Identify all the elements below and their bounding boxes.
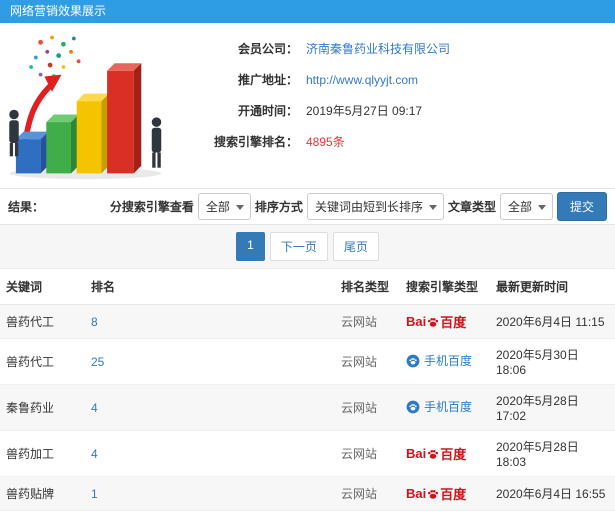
rank-link[interactable]: 1 <box>91 487 98 501</box>
mobile-baidu-icon <box>406 400 420 414</box>
engine-cell: Bai 百度 <box>400 476 490 511</box>
baidu-paw-icon <box>428 489 439 499</box>
col-header-rank: 排名 <box>85 269 335 305</box>
bar-chart-clipart-icon <box>9 35 162 180</box>
mobile-baidu-icon <box>406 354 420 368</box>
baidu-paw-icon <box>428 449 439 459</box>
rank-link[interactable]: 25 <box>91 355 104 369</box>
col-header-updated: 最新更新时间 <box>490 269 615 305</box>
keyword-cell: 兽药代工 <box>0 304 85 339</box>
rank-type-cell: 云网站 <box>335 338 400 385</box>
promo-url-label: 推广地址： <box>237 73 298 87</box>
last-page-button[interactable]: 尾页 <box>332 232 379 261</box>
engine-cell: 手机百度 <box>400 338 490 385</box>
rank-count-label: 搜索引擎排名： <box>213 135 298 149</box>
filter-bar: 结果： 分搜索引擎查看 全部 排序方式 关键词由短到长排序 文章类型 全部 提交 <box>0 188 615 225</box>
table-row: 兽药贴牌 1 云网站 Bai 百度 2020年6月4日 16:55 <box>0 476 615 511</box>
keyword-cell: 兽药代工 <box>0 338 85 385</box>
engine-cell: Bai 百度 <box>400 304 490 339</box>
rank-type-cell: 云网站 <box>335 430 400 477</box>
keywords-table: 关键词 排名 排名类型 搜索引擎类型 最新更新时间 兽药代工 8 云网站 Bai… <box>0 269 615 520</box>
updated-cell: 2020年5月28日 16:55 <box>490 510 615 520</box>
company-label: 会员公司： <box>237 42 298 56</box>
titlebar: 网络营销效果展示 <box>0 0 615 23</box>
filter-controls: 分搜索引擎查看 全部 排序方式 关键词由短到长排序 文章类型 全部 提交 <box>110 192 607 221</box>
table-row: 口罩贴牌 29 云网站 手机百度 2020年5月28日 16:55 <box>0 510 615 520</box>
updated-cell: 2020年6月4日 11:15 <box>490 304 615 339</box>
updated-cell: 2020年5月30日 18:06 <box>490 338 615 385</box>
rank-type-cell: 云网站 <box>335 510 400 520</box>
engine-filter-select[interactable]: 全部 <box>197 193 251 220</box>
rank-link[interactable]: 4 <box>91 401 98 415</box>
keyword-cell: 口罩贴牌 <box>0 510 85 520</box>
engine-cell: Bai 百度 <box>400 430 490 477</box>
article-type-label: 文章类型 <box>447 200 496 214</box>
updated-cell: 2020年5月28日 18:03 <box>490 430 615 477</box>
baidu-paw-icon <box>428 317 439 327</box>
col-header-engine-type: 搜索引擎类型 <box>400 269 490 305</box>
result-label: 结果： <box>8 200 45 214</box>
rank-type-cell: 云网站 <box>335 304 400 339</box>
promo-url-link[interactable]: http://www.qlyyjt.com <box>306 73 418 87</box>
table-header-row: 关键词 排名 排名类型 搜索引擎类型 最新更新时间 <box>0 269 615 305</box>
table-row: 兽药代工 25 云网站 手机百度 2020年5月30日 18:06 <box>0 338 615 385</box>
engine-cell: 手机百度 <box>400 384 490 431</box>
pagination-band: 1 下一页 尾页 <box>0 225 615 269</box>
baidu-logo: Bai 百度 <box>406 446 467 462</box>
open-time-value: 2019年5月27日 09:17 <box>306 104 423 118</box>
baidu-logo: Bai 百度 <box>406 314 467 330</box>
mobile-baidu-logo: 手机百度 <box>406 352 472 369</box>
submit-button[interactable]: 提交 <box>556 192 607 221</box>
article-type-select[interactable]: 全部 <box>499 193 553 220</box>
updated-cell: 2020年5月28日 17:02 <box>490 384 615 431</box>
rank-link[interactable]: 4 <box>91 447 98 461</box>
keyword-cell: 兽药加工 <box>0 430 85 477</box>
engine-cell: 手机百度 <box>400 510 490 520</box>
info-row-company: 会员公司： 济南秦鲁药业科技有限公司 <box>180 33 615 64</box>
col-header-rank-type: 排名类型 <box>335 269 400 305</box>
next-page-button[interactable]: 下一页 <box>269 232 328 261</box>
chart-illustration <box>0 23 180 188</box>
table-row: 秦鲁药业 4 云网站 手机百度 2020年5月28日 17:02 <box>0 384 615 431</box>
company-link[interactable]: 济南秦鲁药业科技有限公司 <box>306 40 450 57</box>
pagination: 1 下一页 尾页 <box>236 232 379 261</box>
updated-cell: 2020年6月4日 16:55 <box>490 476 615 511</box>
rank-count-value: 4895条 <box>306 135 345 149</box>
table-row: 兽药代工 8 云网站 Bai 百度 2020年6月4日 11:15 <box>0 304 615 339</box>
sort-filter-label: 排序方式 <box>254 200 303 214</box>
table-body: 兽药代工 8 云网站 Bai 百度 2020年6月4日 11:15 兽药代工 25… <box>0 304 615 520</box>
info-row-open-time: 开通时间： 2019年5月27日 09:17 <box>180 95 615 126</box>
marketing-report-page: 网络营销效果展示 会员公司： 济南秦鲁药业科技有限公司 推广地址： http:/… <box>0 0 615 520</box>
keyword-cell: 秦鲁药业 <box>0 384 85 431</box>
page-title: 网络营销效果展示 <box>10 4 107 18</box>
open-time-label: 开通时间： <box>237 104 298 118</box>
info-row-url: 推广地址： http://www.qlyyjt.com <box>180 64 615 95</box>
account-info: 会员公司： 济南秦鲁药业科技有限公司 推广地址： http://www.qlyy… <box>180 23 615 188</box>
engine-filter-label: 分搜索引擎查看 <box>109 200 194 214</box>
rank-link[interactable]: 8 <box>91 315 98 329</box>
rank-type-cell: 云网站 <box>335 384 400 431</box>
table-row: 兽药加工 4 云网站 Bai 百度 2020年5月28日 18:03 <box>0 430 615 477</box>
mobile-baidu-logo: 手机百度 <box>406 398 472 415</box>
info-row-rank-count: 搜索引擎排名： 4895条 <box>180 126 615 157</box>
top-section: 会员公司： 济南秦鲁药业科技有限公司 推广地址： http://www.qlyy… <box>0 23 615 188</box>
keyword-cell: 兽药贴牌 <box>0 476 85 511</box>
page-1-button[interactable]: 1 <box>236 232 265 261</box>
sort-filter-select[interactable]: 关键词由短到长排序 <box>306 193 444 220</box>
baidu-logo: Bai 百度 <box>406 486 467 502</box>
rank-type-cell: 云网站 <box>335 476 400 511</box>
col-header-keyword: 关键词 <box>0 269 85 305</box>
